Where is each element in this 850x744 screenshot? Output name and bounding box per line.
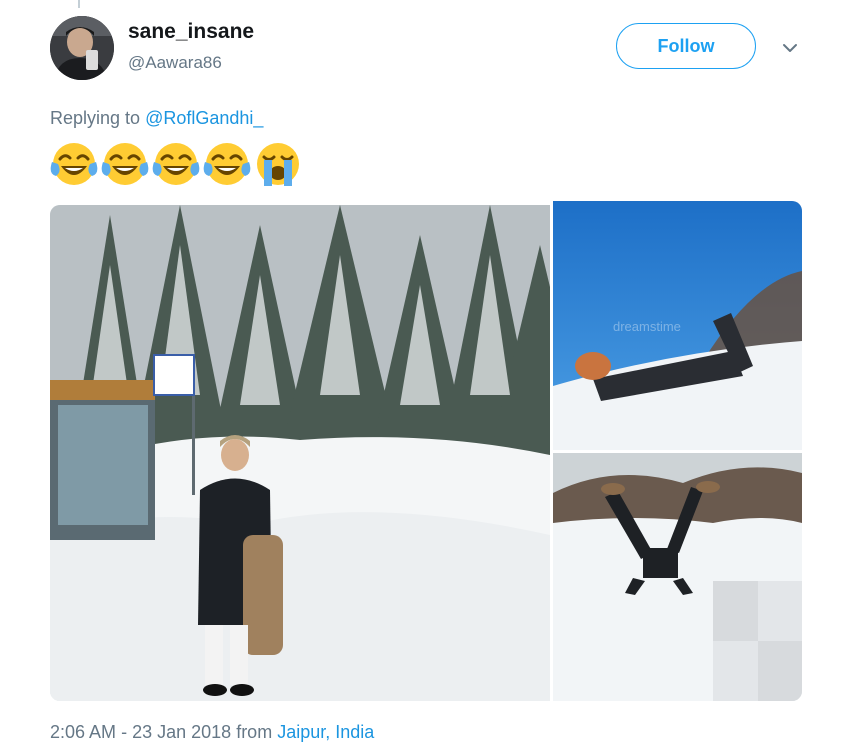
face-with-tears-of-joy-icon: [152, 143, 200, 185]
face-with-tears-of-joy-icon: [101, 143, 149, 185]
avatar[interactable]: [50, 16, 114, 80]
replying-to: Replying to @RoflGandhi_: [50, 108, 263, 129]
photo-man-in-snow-at-bus-stop: [50, 205, 550, 701]
tweet-location-link[interactable]: Jaipur, India: [277, 722, 374, 742]
chevron-down-icon: [783, 44, 797, 52]
author-handle[interactable]: @Aawara86: [128, 53, 222, 73]
tweet-date[interactable]: 23 Jan 2018: [132, 722, 231, 742]
thread-connector-line: [78, 0, 80, 8]
tweet-text-emojis: [50, 140, 302, 188]
author-display-name[interactable]: sane_insane: [128, 20, 254, 44]
footer-from-label: from: [236, 722, 273, 742]
replying-to-prefix: Replying to: [50, 108, 141, 128]
face-with-tears-of-joy-icon: [203, 143, 251, 185]
follow-button[interactable]: Follow: [616, 23, 756, 69]
photo-person-diving-into-snow: dreamstime: [553, 201, 802, 450]
tweet-photo-3[interactable]: [553, 453, 802, 701]
tweet-footer: 2:06 AM - 23 Jan 2018 from Jaipur, India: [50, 722, 374, 743]
photo-watermark: dreamstime: [613, 319, 681, 334]
loudly-crying-face-icon: [257, 143, 299, 186]
tweet-photo-1[interactable]: [50, 205, 550, 701]
tweet-photo-2[interactable]: dreamstime: [553, 201, 802, 450]
face-with-tears-of-joy-icon: [50, 143, 98, 185]
footer-separator: -: [121, 722, 128, 742]
photo-person-headfirst-in-snow: [553, 453, 802, 701]
tweet-time[interactable]: 2:06 AM: [50, 722, 116, 742]
avatar-photo: [50, 16, 114, 80]
more-options-button[interactable]: [780, 38, 800, 58]
replying-to-mention-link[interactable]: @RoflGandhi_: [145, 108, 263, 128]
